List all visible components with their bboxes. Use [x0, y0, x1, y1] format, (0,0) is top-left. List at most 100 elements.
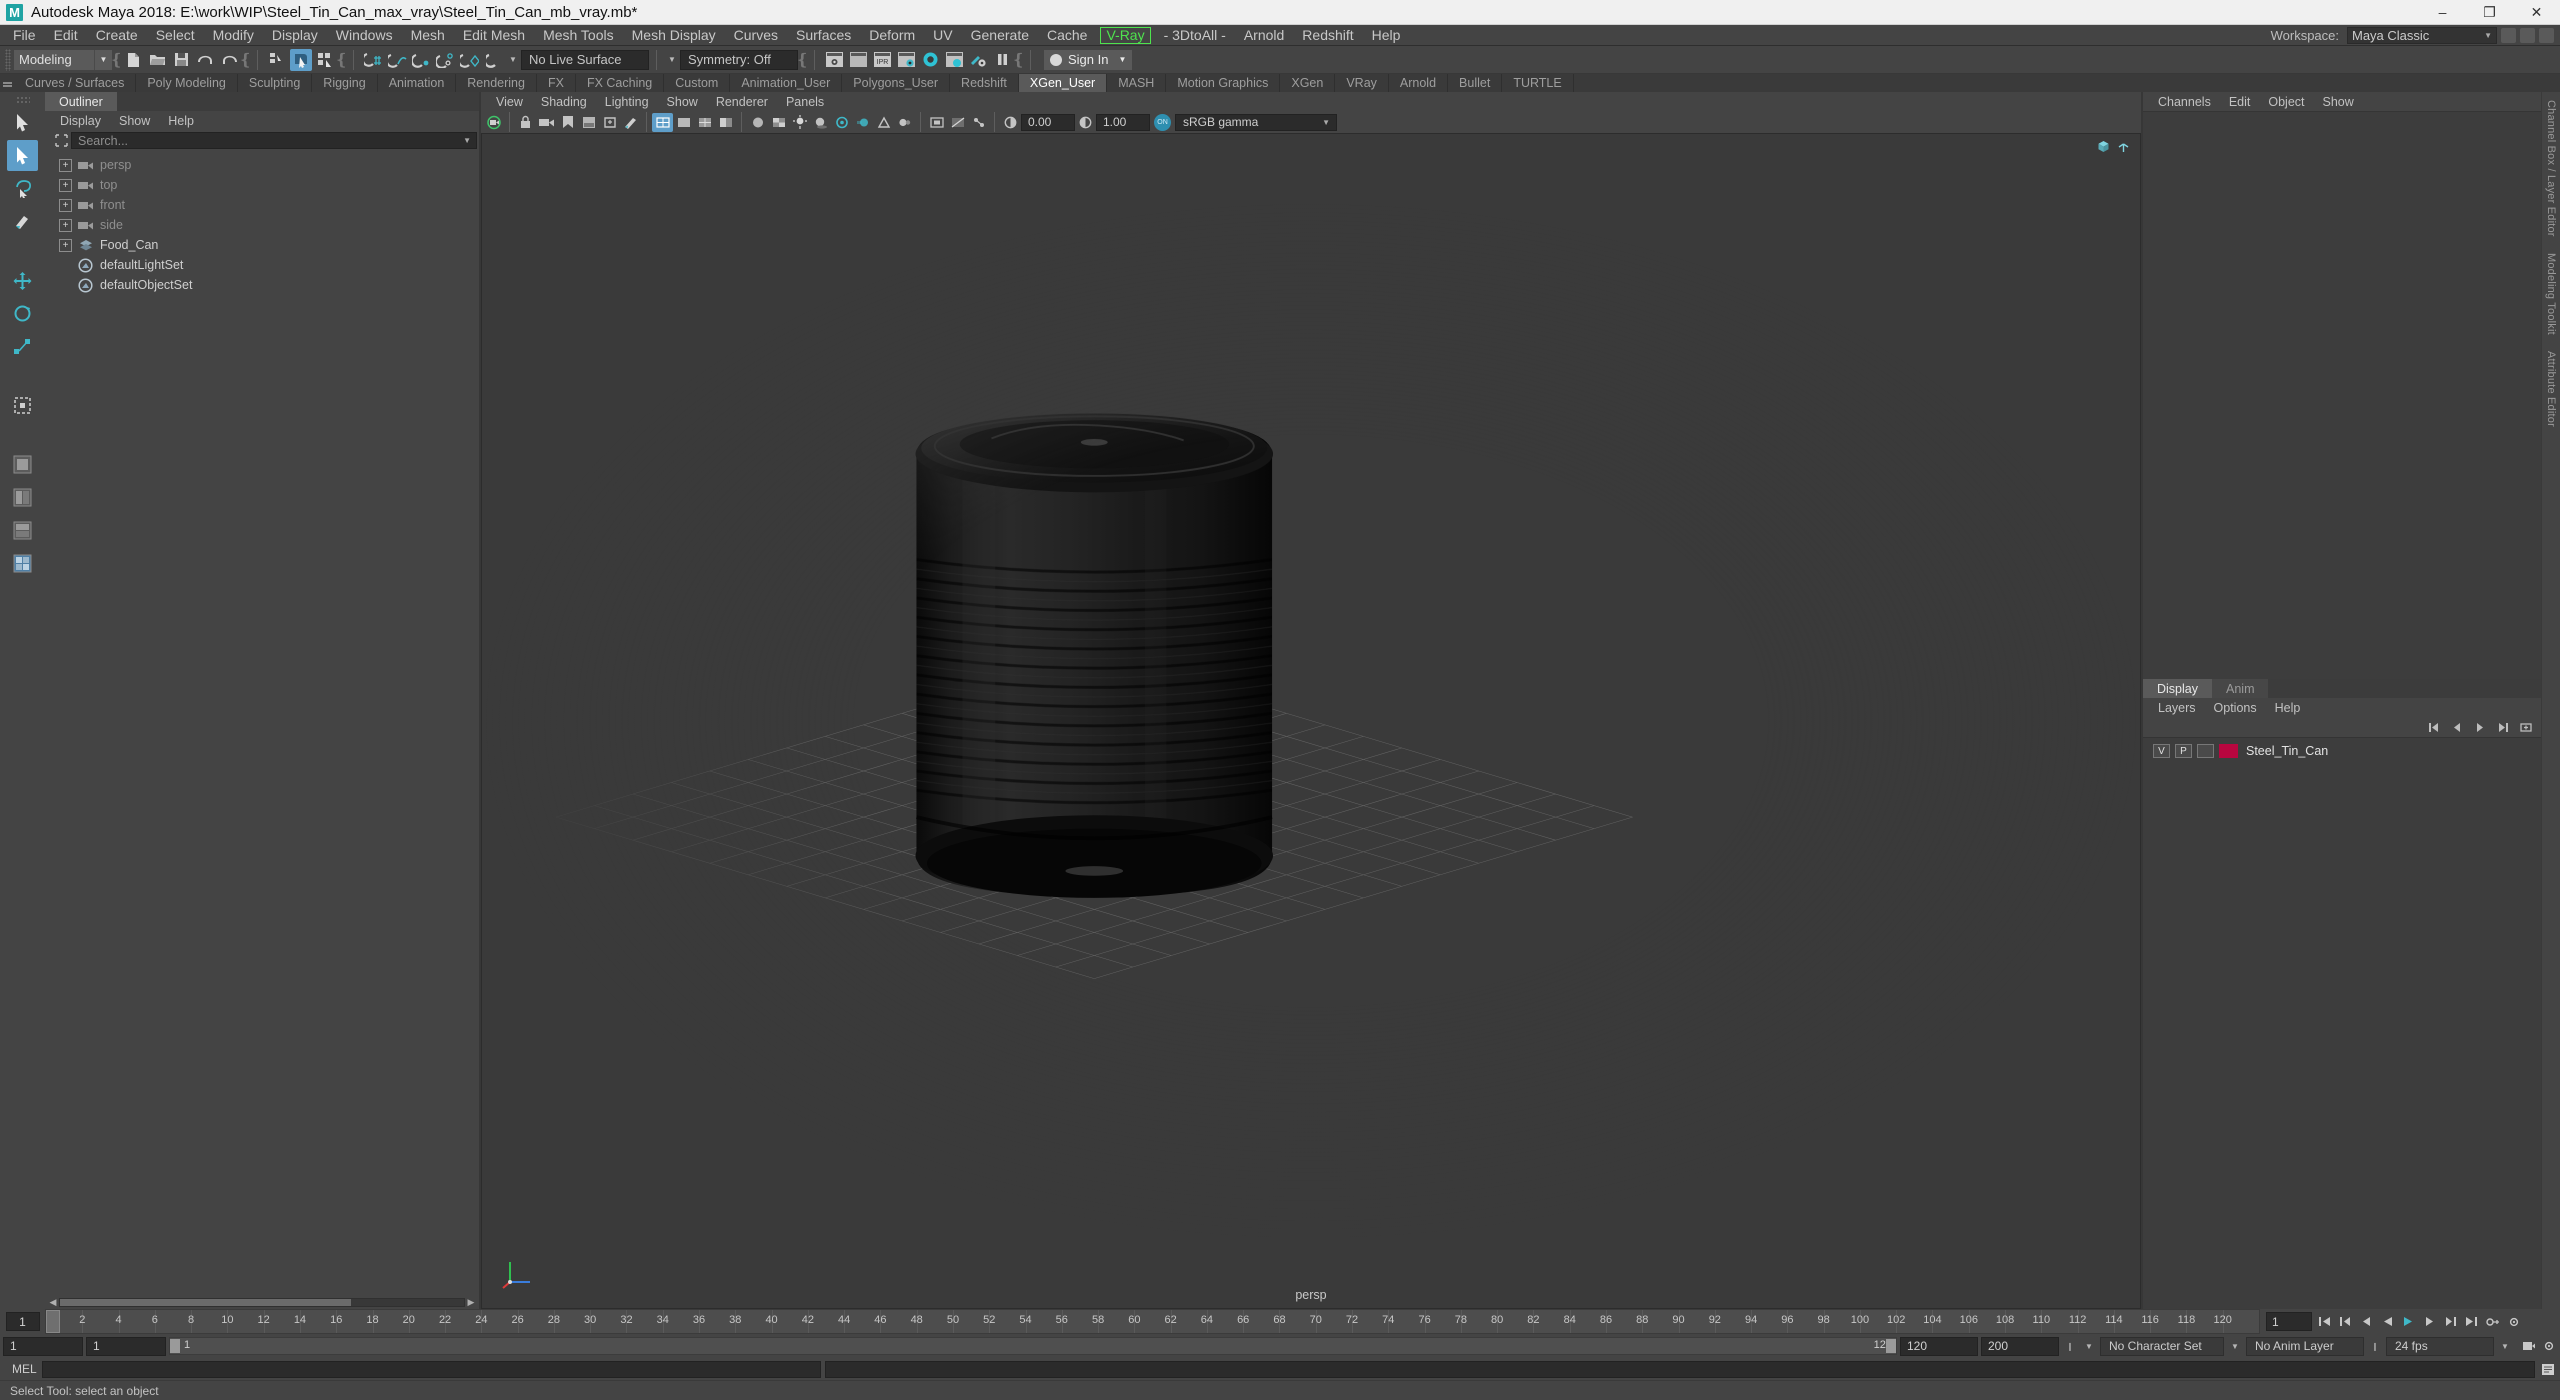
anim-end-field[interactable]: 200 [1981, 1336, 2059, 1356]
flat-shade-icon[interactable] [715, 113, 736, 132]
outliner-tree[interactable]: + persp + top + front + side + Food_Can … [45, 151, 479, 1295]
viewport-cube-icon[interactable] [2097, 140, 2110, 153]
layers-menu-layers[interactable]: Layers [2149, 698, 2205, 717]
menu-mesh-tools[interactable]: Mesh Tools [534, 25, 623, 46]
color-profile-select[interactable]: sRGB gamma ▼ [1175, 113, 1337, 131]
paint-select-tool-icon[interactable] [7, 206, 38, 237]
play-forwards-icon[interactable] [2400, 1313, 2417, 1330]
shadows-icon[interactable] [810, 113, 831, 132]
character-set-chevron-down-icon[interactable]: ▼ [2081, 1337, 2097, 1356]
outliner-item-default-object-set[interactable]: defaultObjectSet [64, 275, 479, 295]
shelf-tab-poly-modeling[interactable]: Poly Modeling [136, 74, 238, 92]
menu-create[interactable]: Create [87, 25, 147, 46]
menu-help[interactable]: Help [1363, 25, 1410, 46]
sign-in-button[interactable]: Sign In ▼ [1044, 49, 1133, 70]
gamma-icon[interactable] [1075, 113, 1096, 132]
expand-icon[interactable]: + [59, 198, 72, 212]
shelf-tab-arnold[interactable]: Arnold [1389, 74, 1449, 92]
layer-visibility-toggle[interactable]: V [2153, 744, 2170, 758]
layer-tab-display[interactable]: Display [2143, 679, 2212, 698]
scale-tool-icon[interactable] [7, 331, 38, 362]
fps-grip-icon[interactable]: ❙ [2367, 1337, 2383, 1356]
scroll-track[interactable] [59, 1297, 465, 1307]
playback-speed-field[interactable]: 24 fps [2386, 1336, 2494, 1356]
outliner-item-top[interactable]: + top [45, 175, 479, 195]
menu-curves[interactable]: Curves [725, 25, 787, 46]
shelf-tab-custom[interactable]: Custom [664, 74, 731, 92]
show-manipulator-tool-icon[interactable] [7, 390, 38, 421]
layer-tab-anim[interactable]: Anim [2212, 679, 2269, 698]
motion-blur-icon[interactable] [852, 113, 873, 132]
xray-icon[interactable] [947, 113, 968, 132]
bookmark-icon[interactable] [557, 113, 578, 132]
shelf-tab-animation-user[interactable]: Animation_User [730, 74, 843, 92]
open-scene-icon[interactable] [146, 49, 168, 71]
workspace-reset-icon[interactable] [2539, 27, 2554, 43]
outliner-item-front[interactable]: + front [45, 195, 479, 215]
layer-list[interactable]: V P Steel_Tin_Can [2143, 737, 2541, 1309]
shelf-tab-sculpting[interactable]: Sculpting [238, 74, 313, 92]
render-sequence-icon[interactable] [943, 49, 965, 71]
menu-select[interactable]: Select [147, 25, 204, 46]
command-response-field[interactable] [824, 1360, 2535, 1378]
channelbox-menu-edit[interactable]: Edit [2220, 92, 2260, 111]
workspace-layout-icon[interactable] [2520, 27, 2535, 43]
shelf-tab-animation[interactable]: Animation [378, 74, 457, 92]
channelbox-menu-object[interactable]: Object [2259, 92, 2313, 111]
shelf-tab-vray[interactable]: VRay [1335, 74, 1389, 92]
expand-icon[interactable]: + [59, 178, 72, 192]
ipr-render-icon[interactable]: IPR [871, 49, 893, 71]
render-settings-icon[interactable] [895, 49, 917, 71]
shelf-tab-xgen-user[interactable]: XGen_User [1018, 74, 1108, 92]
shelf-tab-xgen[interactable]: XGen [1280, 74, 1336, 92]
menu-display[interactable]: Display [263, 25, 327, 46]
channelbox-menu-channels[interactable]: Channels [2149, 92, 2220, 111]
go-to-start-icon[interactable] [2316, 1313, 2333, 1330]
viewport-menu-renderer[interactable]: Renderer [707, 92, 777, 111]
menu-edit-mesh[interactable]: Edit Mesh [454, 25, 534, 46]
menu-deform[interactable]: Deform [860, 25, 924, 46]
screen-space-ao-icon[interactable] [831, 113, 852, 132]
animation-preferences-gear-icon[interactable] [2540, 1338, 2557, 1355]
outliner-item-food-can[interactable]: + Food_Can [45, 235, 479, 255]
range-start-field[interactable]: 1 [3, 1336, 83, 1356]
auto-key-icon[interactable] [2484, 1313, 2501, 1330]
layer-move-up-icon[interactable] [2450, 720, 2464, 734]
menu-surfaces[interactable]: Surfaces [787, 25, 860, 46]
smooth-shade-wireframe-icon[interactable] [694, 113, 715, 132]
side-tab-channel-box[interactable]: Channel Box / Layer Editor [2545, 92, 2557, 245]
anim-layer-field[interactable]: No Anim Layer [2246, 1336, 2364, 1356]
viewport-menu-view[interactable]: View [487, 92, 532, 111]
two-d-pan-zoom-icon[interactable] [599, 113, 620, 132]
select-hierarchy-icon[interactable] [266, 49, 288, 71]
range-handle-left[interactable] [170, 1339, 180, 1353]
menu-mesh[interactable]: Mesh [402, 25, 454, 46]
range-handle-right[interactable] [1886, 1339, 1896, 1353]
search-icon[interactable] [51, 132, 71, 149]
layer-move-first-icon[interactable] [2427, 720, 2441, 734]
viewport-menu-shading[interactable]: Shading [532, 92, 596, 111]
range-start-field-2[interactable]: 1 [86, 1336, 166, 1356]
viewport-3d[interactable]: persp [481, 133, 2141, 1309]
use-all-lights-icon[interactable] [789, 113, 810, 132]
snap-to-grid-icon[interactable] [362, 49, 384, 71]
select-camera-icon[interactable] [483, 113, 504, 132]
create-new-layer-icon[interactable] [2519, 720, 2533, 734]
toolbox-grip-handle[interactable] [15, 96, 30, 104]
shelf-tab-fx-caching[interactable]: FX Caching [576, 74, 665, 92]
move-tool-icon[interactable] [7, 265, 38, 296]
viewport-menu-show[interactable]: Show [658, 92, 707, 111]
layer-move-last-icon[interactable] [2496, 720, 2510, 734]
layer-row[interactable]: V P Steel_Tin_Can [2143, 742, 2541, 760]
menu-arnold[interactable]: Arnold [1235, 25, 1293, 46]
exposure-icon[interactable] [1000, 113, 1021, 132]
grease-pencil-icon[interactable] [620, 113, 641, 132]
menu-cache[interactable]: Cache [1038, 25, 1096, 46]
layer-move-down-icon[interactable] [2473, 720, 2487, 734]
smooth-shade-all-icon[interactable] [673, 113, 694, 132]
scroll-right-icon[interactable]: ▶ [465, 1297, 477, 1308]
side-tab-attribute-editor[interactable]: Attribute Editor [2545, 343, 2557, 435]
anim-layer-chevron-down-icon[interactable]: ▼ [2227, 1337, 2243, 1356]
select-component-icon[interactable] [314, 49, 336, 71]
step-back-frame-icon[interactable] [2358, 1313, 2375, 1330]
